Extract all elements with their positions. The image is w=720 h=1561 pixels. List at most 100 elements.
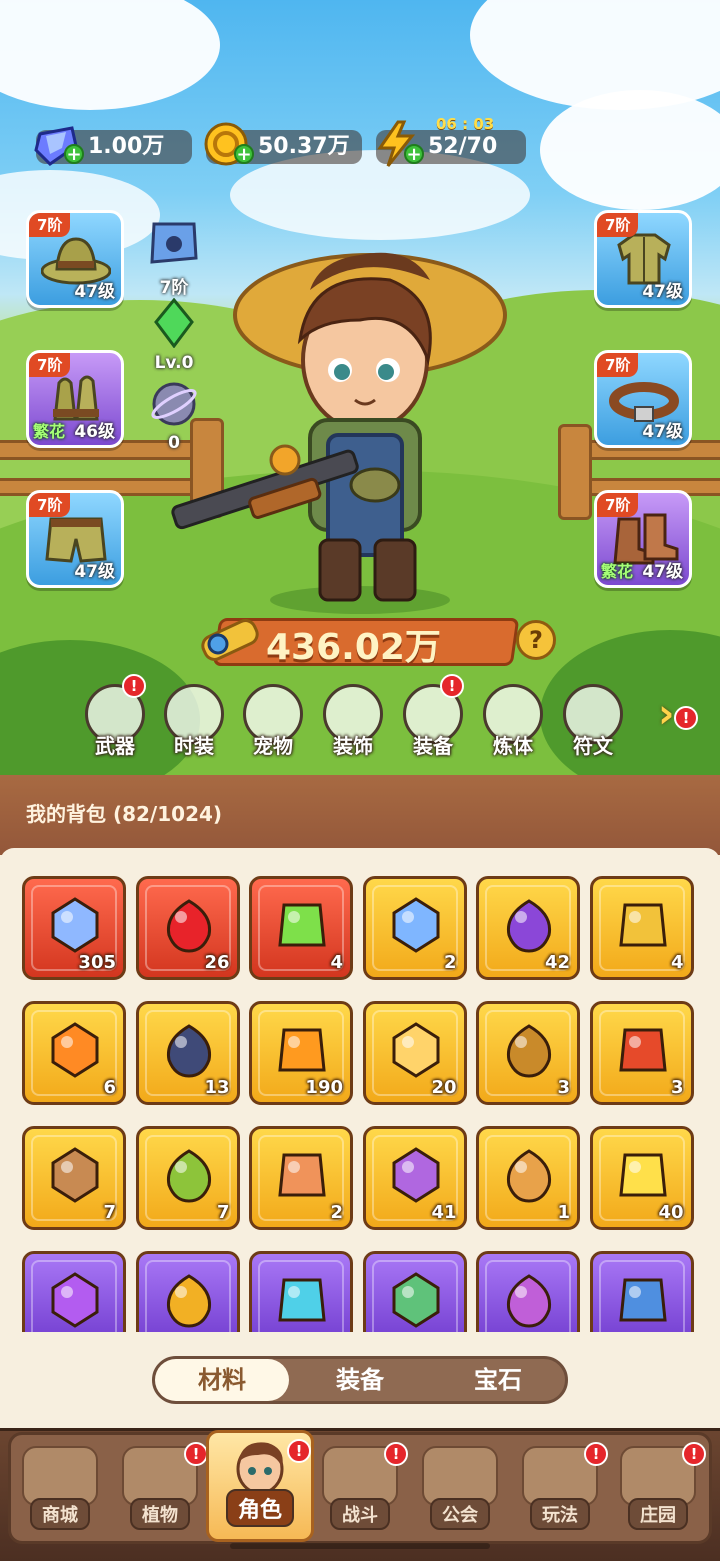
tab-materials[interactable]: 材料 bbox=[155, 1359, 289, 1401]
bag-item-magic-book[interactable]: 41 bbox=[362, 1126, 467, 1230]
func-body-refine[interactable]: 炼体 bbox=[478, 684, 548, 759]
orb-count-label: 0 bbox=[168, 433, 180, 453]
sprayer-icon bbox=[166, 1149, 211, 1203]
bag-title: 我的背包 (82/1024) bbox=[26, 802, 223, 826]
gold-amount: 50.37万 bbox=[258, 134, 350, 159]
hex-token-icon bbox=[166, 1274, 211, 1328]
func-label: 装饰 bbox=[333, 734, 373, 758]
nav-character[interactable]: 角色 ! bbox=[206, 1430, 314, 1542]
tab-equipment[interactable]: 装备 bbox=[293, 1359, 427, 1401]
nav-battle[interactable]: 战斗 ! bbox=[310, 1440, 410, 1536]
notification-badge: ! bbox=[584, 1442, 608, 1466]
equip-slot-gloves[interactable]: 7阶 繁花 46级 bbox=[26, 350, 124, 448]
star-crystal-icon bbox=[51, 897, 99, 953]
combat-power-banner: 436.02万 bbox=[196, 610, 520, 670]
func-pet[interactable]: 宠物 bbox=[238, 684, 308, 759]
bag-item-hex-token[interactable] bbox=[135, 1251, 240, 1332]
bag-item-orange-potion[interactable]: 190 bbox=[249, 1001, 353, 1105]
item-count: 13 bbox=[204, 1077, 230, 1098]
lily-icon bbox=[618, 1153, 667, 1197]
notification-badge: ! bbox=[384, 1442, 408, 1466]
bag-item-golden-key[interactable]: 4 bbox=[589, 876, 694, 980]
bag-item-red-flower[interactable]: 3 bbox=[589, 1001, 694, 1105]
item-count: 1 bbox=[557, 1202, 570, 1223]
nav-label: 商城 bbox=[30, 1498, 90, 1530]
crystal-stat[interactable]: Lv.0 bbox=[144, 297, 204, 373]
bag-item-skull-scroll[interactable]: 42 bbox=[476, 876, 580, 980]
item-count: 26 bbox=[204, 952, 230, 973]
bag-item-water-drop[interactable]: 2 bbox=[362, 876, 467, 980]
orb-stat[interactable]: 0 bbox=[144, 380, 204, 453]
magic-book-icon bbox=[392, 1147, 439, 1203]
bag-item-gold-ore[interactable]: 3 bbox=[476, 1001, 580, 1105]
add-energy-icon[interactable]: + bbox=[404, 144, 424, 164]
scroll-b-icon bbox=[506, 1274, 552, 1328]
nav-label: 植物 bbox=[130, 1498, 190, 1530]
orange-potion-icon bbox=[278, 1028, 326, 1072]
add-gold-icon[interactable]: + bbox=[234, 144, 254, 164]
item-count: 41 bbox=[431, 1202, 457, 1223]
equip-slot-hat[interactable]: 7阶 47级 bbox=[26, 210, 124, 308]
currency-diamond[interactable]: + 1.00万 bbox=[34, 126, 192, 166]
func-equipment[interactable]: 装备 ! bbox=[398, 674, 468, 759]
notification-badge: ! bbox=[674, 706, 698, 730]
bag-item-leaf[interactable] bbox=[249, 1251, 353, 1332]
item-count: 2 bbox=[330, 1202, 343, 1223]
nav-label: 角色 bbox=[225, 1489, 294, 1527]
tier-label: 7阶 bbox=[29, 493, 71, 517]
power-help-button[interactable]: ? bbox=[516, 620, 556, 660]
nav-manor[interactable]: 庄园 ! bbox=[608, 1440, 708, 1536]
equip-slot-jacket[interactable]: 7阶 47级 bbox=[594, 210, 692, 308]
func-rune[interactable]: 符文 bbox=[558, 684, 628, 759]
gold-ore-icon bbox=[506, 1024, 552, 1078]
equip-slot-belt[interactable]: 7阶 47级 bbox=[594, 350, 692, 448]
pet-badge-label: 7阶 bbox=[159, 278, 189, 298]
bag-item-scroll-a[interactable] bbox=[362, 1251, 467, 1332]
func-label: 装备 bbox=[413, 734, 453, 758]
currency-energy[interactable]: + 52/70 bbox=[376, 120, 526, 167]
red-flower-icon bbox=[618, 1028, 667, 1072]
add-diamond-icon[interactable]: + bbox=[64, 144, 84, 164]
pet-badge-stat[interactable]: 7阶 bbox=[144, 218, 204, 298]
skull-scroll-icon bbox=[506, 899, 552, 953]
item-count: 190 bbox=[305, 1077, 343, 1098]
bag-tabs: 材料 装备 宝石 bbox=[152, 1356, 568, 1404]
currency-gold[interactable]: + 50.37万 bbox=[204, 122, 362, 166]
bag-item-red-potion[interactable]: 26 bbox=[135, 876, 240, 980]
nav-guild[interactable]: 公会 bbox=[410, 1440, 510, 1536]
bag-item-star-crystal[interactable]: 305 bbox=[22, 876, 126, 980]
power-cannon-icon bbox=[201, 619, 259, 661]
cake-icon bbox=[278, 1153, 326, 1197]
bag-item-can[interactable]: 1 bbox=[476, 1126, 580, 1230]
equip-slot-boots[interactable]: 7阶 繁花 47级 bbox=[594, 490, 692, 588]
bag-item-purple-bottle[interactable] bbox=[22, 1251, 126, 1332]
bag-item-rune-stone[interactable]: 13 bbox=[135, 1001, 240, 1105]
nav-plant[interactable]: 植物 ! bbox=[110, 1440, 210, 1536]
bag-item-scroll-c[interactable] bbox=[589, 1251, 694, 1332]
bag-item-scroll-b[interactable] bbox=[476, 1251, 580, 1332]
bag-item-flower-pot[interactable]: 7 bbox=[22, 1126, 126, 1230]
nav-gameplay[interactable]: 玩法 ! bbox=[510, 1440, 610, 1536]
func-label: 时装 bbox=[174, 734, 214, 758]
bag-item-fire-prism[interactable]: 6 bbox=[22, 1001, 126, 1105]
item-count: 6 bbox=[103, 1077, 116, 1098]
bag-item-cake[interactable]: 2 bbox=[249, 1126, 353, 1230]
func-weapon[interactable]: 武器 ! bbox=[80, 674, 150, 759]
func-decoration[interactable]: 装饰 bbox=[318, 684, 388, 759]
func-fashion[interactable]: 时装 bbox=[159, 684, 229, 759]
bag-item-green-capsule[interactable]: 4 bbox=[249, 876, 353, 980]
tier-label: 7阶 bbox=[29, 353, 71, 377]
quality-tag: 繁花 bbox=[33, 422, 66, 441]
item-count: 3 bbox=[557, 1077, 570, 1098]
item-count: 4 bbox=[330, 952, 343, 973]
bag-item-sprayer[interactable]: 7 bbox=[135, 1126, 240, 1230]
green-crystal-icon bbox=[154, 297, 194, 349]
bag-grid[interactable]: 305 26 4 2 42 4 6 13 190 20 3 3 7 7 2 41 1 40 bbox=[0, 862, 720, 1332]
diamond-amount: 1.00万 bbox=[88, 134, 165, 159]
bag-item-gold-crystals[interactable]: 20 bbox=[362, 1001, 467, 1105]
nav-shop[interactable]: 商城 bbox=[10, 1440, 110, 1536]
tab-gems[interactable]: 宝石 bbox=[431, 1359, 565, 1401]
bag-item-lily[interactable]: 40 bbox=[589, 1126, 694, 1230]
equip-slot-pants[interactable]: 7阶 47级 bbox=[26, 490, 124, 588]
tier-label: 7阶 bbox=[597, 213, 639, 237]
